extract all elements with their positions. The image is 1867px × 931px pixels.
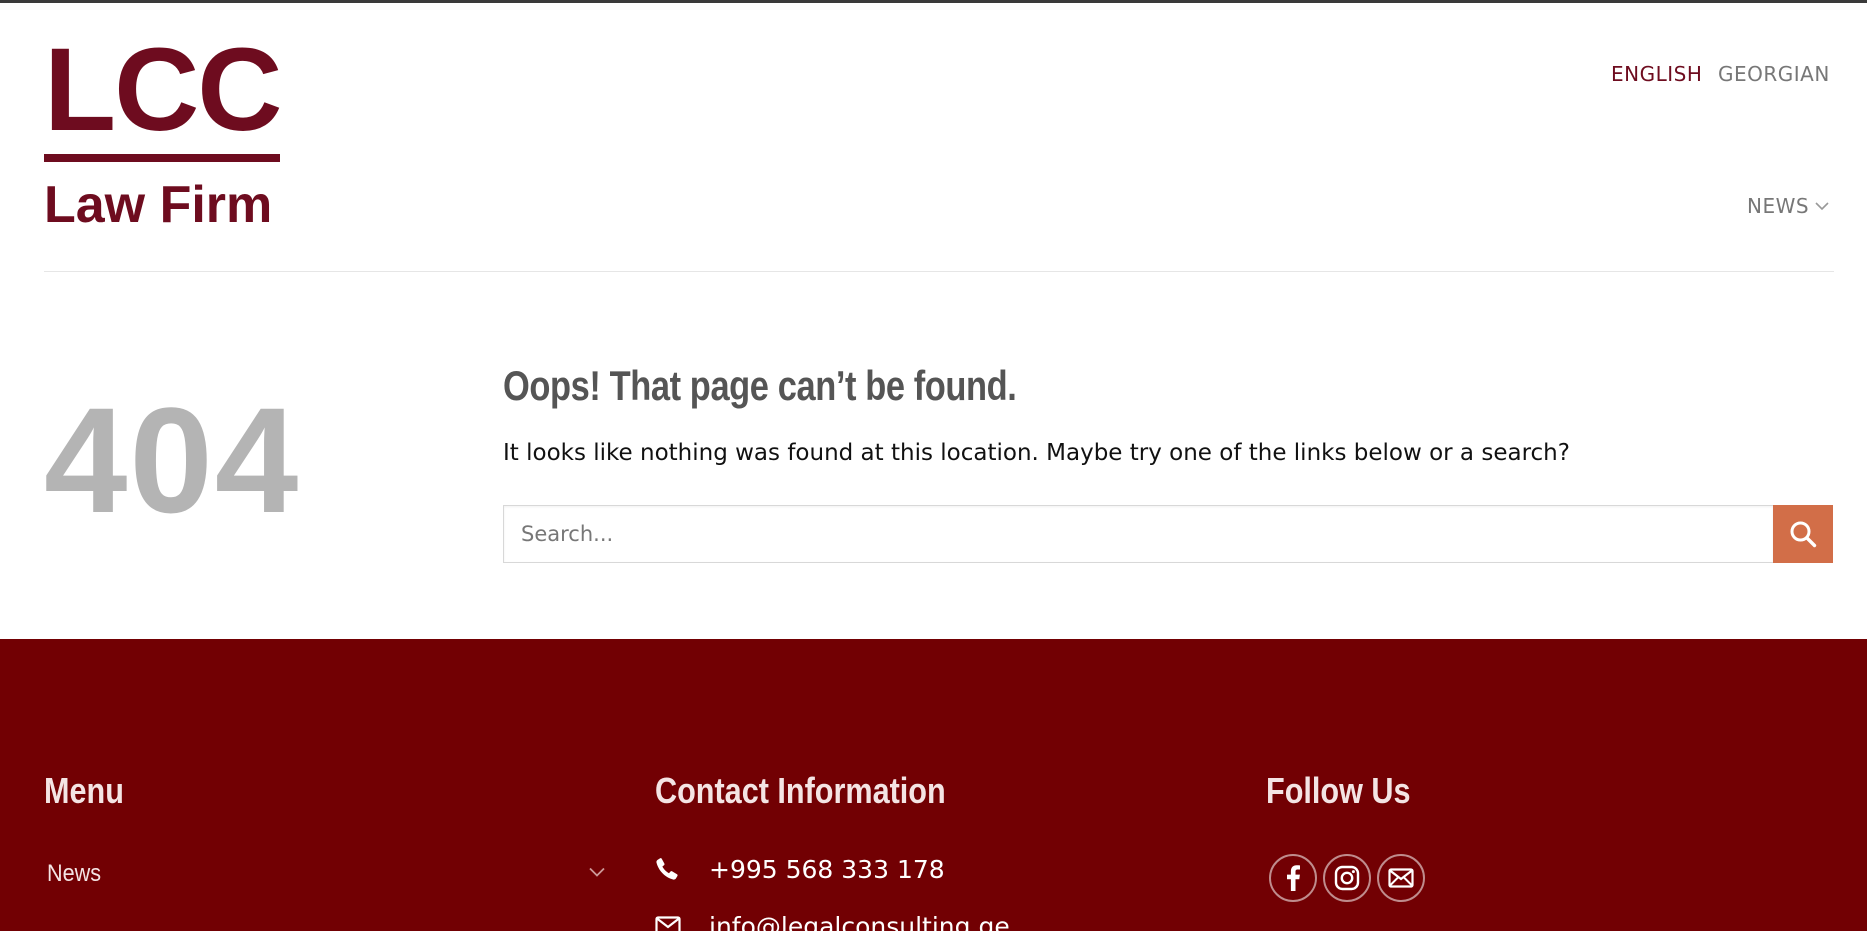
logo-underline [44, 154, 280, 162]
footer-email[interactable]: info@legalconsulting.ge [709, 911, 1010, 931]
footer-phone[interactable]: +995 568 333 178 [709, 854, 945, 886]
instagram-link[interactable] [1323, 854, 1371, 902]
footer-contact-heading: Contact Information [655, 770, 946, 811]
header-divider [44, 271, 1834, 272]
language-georgian-link[interactable]: GEORGIAN [1718, 62, 1830, 86]
error-code: 404 [44, 376, 301, 544]
nav-item-news[interactable]: NEWS [1747, 194, 1829, 218]
language-english-link[interactable]: ENGLISH [1611, 62, 1702, 86]
chevron-down-icon[interactable] [589, 867, 605, 877]
chevron-down-icon [1815, 201, 1829, 210]
nav-item-news-label: NEWS [1747, 194, 1810, 218]
phone-icon [656, 858, 678, 880]
facebook-link[interactable] [1269, 854, 1317, 902]
footer-follow-heading: Follow Us [1266, 770, 1411, 811]
logo-sub-text: Law Firm [44, 176, 273, 234]
top-border [0, 0, 1867, 3]
logo-main-text: LCC [44, 24, 283, 156]
email-link[interactable] [1377, 854, 1425, 902]
search-icon [1790, 521, 1817, 548]
site-logo[interactable]: LCC Law Firm [44, 24, 284, 234]
site-footer: Menu Contact Information Follow Us News … [0, 639, 1867, 931]
envelope-icon [655, 916, 681, 931]
error-title: Oops! That page can’t be found. [503, 362, 1017, 409]
footer-menu-heading: Menu [44, 770, 124, 811]
error-message: It looks like nothing was found at this … [503, 440, 1570, 466]
instagram-icon [1334, 865, 1360, 891]
facebook-icon [1287, 865, 1300, 891]
footer-menu-item-news[interactable]: News [47, 859, 101, 889]
search-form [503, 505, 1833, 563]
search-button[interactable] [1773, 505, 1833, 563]
search-input[interactable] [503, 505, 1773, 563]
email-icon [1388, 868, 1414, 888]
